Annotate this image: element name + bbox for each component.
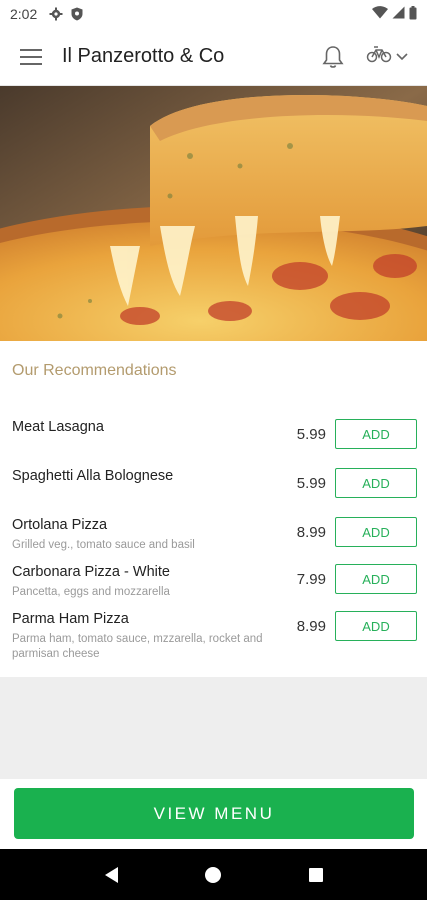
- recents-icon[interactable]: [296, 855, 336, 895]
- empty-content-area: [0, 677, 427, 779]
- item-description: Parma ham, tomato sauce, mzzarella, rock…: [12, 633, 263, 660]
- recommendations-title: Our Recommendations: [12, 362, 177, 379]
- wifi-icon: [372, 6, 388, 22]
- item-price: 8.99: [296, 618, 326, 635]
- chevron-down-icon: [396, 48, 408, 66]
- battery-icon: [409, 5, 417, 23]
- add-button[interactable]: ADD: [335, 611, 417, 641]
- back-icon[interactable]: [91, 855, 131, 895]
- app-bar: Il Panzerotto & Co: [0, 28, 427, 86]
- item-name: Parma Ham Pizza: [12, 611, 129, 627]
- system-nav-bar: [0, 849, 427, 900]
- item-name: Ortolana Pizza: [12, 517, 108, 533]
- item-price: 5.99: [296, 475, 326, 492]
- add-button[interactable]: ADD: [335, 517, 417, 547]
- view-menu-button[interactable]: VIEW MENU: [14, 788, 414, 839]
- hamburger-menu-icon[interactable]: [0, 28, 62, 86]
- item-description: Pancetta, eggs and mozzarella: [12, 586, 170, 598]
- item-price: 7.99: [296, 571, 326, 588]
- delivery-mode-selector[interactable]: [359, 37, 415, 77]
- item-name: Meat Lasagna: [12, 419, 104, 435]
- home-icon[interactable]: [193, 855, 233, 895]
- app-title: Il Panzerotto & Co: [62, 45, 225, 67]
- add-button[interactable]: ADD: [335, 468, 417, 498]
- item-name: Spaghetti Alla Bolognese: [12, 468, 174, 484]
- gear-icon: [49, 7, 63, 21]
- hero-image: [0, 86, 427, 341]
- bell-icon[interactable]: [315, 37, 351, 77]
- add-button[interactable]: ADD: [335, 419, 417, 449]
- signal-icon: [392, 6, 405, 22]
- item-name: Carbonara Pizza - White: [12, 564, 170, 580]
- item-description: Grilled veg., tomato sauce and basil: [12, 539, 195, 551]
- item-price: 8.99: [296, 524, 326, 541]
- status-bar: 2:02: [0, 0, 427, 28]
- add-button[interactable]: ADD: [335, 564, 417, 594]
- status-time: 2:02: [10, 6, 38, 22]
- bicycle-icon: [366, 45, 392, 68]
- shield-icon: [71, 7, 83, 21]
- item-price: 5.99: [296, 426, 326, 443]
